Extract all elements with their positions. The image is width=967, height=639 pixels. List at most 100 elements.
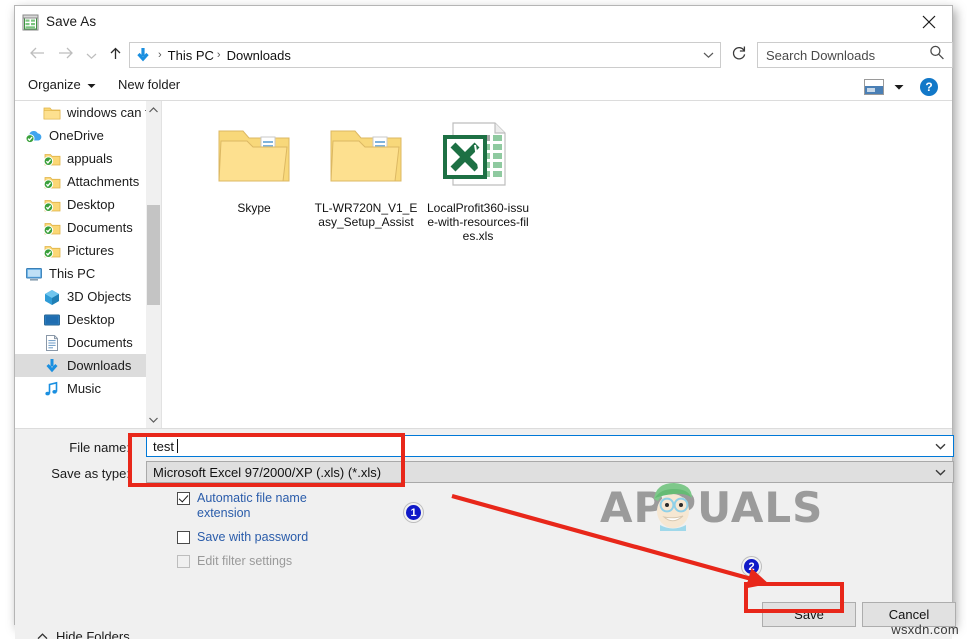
browser-area: windows can t st OneDrive appuals Attachmen… [15,101,952,428]
scrollbar-thumb[interactable] [147,205,160,305]
sidebar-item-downloads[interactable]: Downloads [15,354,161,377]
file-list[interactable]: Skype TL-WR720N_V1_Easy_Setup_Assist Local… [162,101,952,428]
sidebar-item-desktop[interactable]: Desktop [15,193,161,216]
breadcrumb-item-this-pc[interactable]: This PC [168,48,214,63]
save-as-type-chevron-down-icon[interactable] [935,463,946,481]
folder-synced-icon [43,219,61,237]
step-badge-2: 2 [742,557,761,576]
arrow-up-icon [108,46,123,66]
sidebar-item-onedrive[interactable]: OneDrive [15,124,161,147]
sidebar-item-label: Documents [67,220,133,235]
new-folder-button[interactable]: New folder [118,77,180,92]
sidebar-item-label: Documents [67,335,133,350]
breadcrumb[interactable]: › This PC › Downloads [129,42,721,68]
save-button[interactable]: Save [762,602,856,627]
documents-icon [43,334,61,352]
title-bar: Save As [15,6,952,39]
sidebar-item-this-pc[interactable]: This PC [15,262,161,285]
desktop-icon [43,311,61,329]
navigation-bar: › This PC › Downloads Search Downloads [15,39,953,72]
downloads-icon [43,357,61,375]
save-as-dialog: Save As › This PC › Downloads Search Dow… [14,5,956,639]
3d-objects-icon [43,288,61,306]
sidebar-item-appuals[interactable]: appuals [15,147,161,170]
sidebar-item-desktop[interactable]: Desktop [15,308,161,331]
folder-synced-icon [43,173,61,191]
this-pc-icon [25,265,43,283]
back-button[interactable] [25,43,50,68]
text-cursor [176,439,178,453]
navigation-pane: windows can t st OneDrive appuals Attachmen… [15,101,162,428]
scroll-up-chevron-up-icon[interactable] [146,101,161,118]
file-item[interactable]: LocalProfit360-issue-with-resources-file… [422,109,534,243]
close-button[interactable] [906,6,952,37]
sidebar-item-label: 3D Objects [67,289,132,304]
file-item-label: TL-WR720N_V1_Easy_Setup_Assist [314,201,418,229]
file-name-label: File name: [69,440,130,455]
music-icon [43,380,61,398]
arrow-right-icon [57,46,74,65]
save-as-type-label: Save as type: [51,466,130,481]
search-icon[interactable] [929,45,945,66]
checkbox-box[interactable] [177,531,190,544]
checkbox-label: Automatic file name extension [197,491,307,520]
refresh-icon [731,45,747,66]
sidebar-item-label: Desktop [67,197,115,212]
save-as-type-select[interactable]: Microsoft Excel 97/2000/XP (.xls) (*.xls… [146,461,954,483]
sidebar-item-label: Attachments [67,174,140,189]
sidebar-item-music[interactable]: Music [15,377,161,400]
sidebar-item-label: Desktop [67,312,115,327]
refresh-button[interactable] [727,43,751,67]
arrow-left-icon [29,46,46,65]
breadcrumb-dropdown-chevron-down-icon[interactable] [703,46,714,64]
onedrive-icon [25,127,43,145]
change-view-icon[interactable] [864,79,884,95]
file-item-label: LocalProfit360-issue-with-resources-file… [426,201,530,243]
checkbox-label: Save with password [197,530,309,544]
up-button[interactable] [103,43,128,68]
organize-button[interactable]: Organize [28,77,96,92]
chevron-down-icon [86,47,97,65]
checkbox-box[interactable] [177,492,190,505]
folder-synced-icon [43,150,61,168]
file-name-chevron-down-icon[interactable] [935,437,946,455]
sidebar-item-label: OneDrive [49,128,104,143]
sidebar-item-documents[interactable]: Documents [15,331,161,354]
breadcrumb-separator-0: › [158,49,162,61]
save-with-password-checkbox[interactable]: Save with password [177,530,308,545]
chevron-up-icon [37,631,48,639]
edit-filter-settings-checkbox: Edit filter settings [177,554,292,569]
breadcrumb-item-downloads[interactable]: Downloads [227,48,291,63]
folder-icon [217,113,291,195]
file-item[interactable]: Skype [198,109,310,243]
checkbox-box [177,555,190,568]
folder-synced-icon [43,196,61,214]
sidebar-item-pictures[interactable]: Pictures [15,239,161,262]
checkbox-label: Edit filter settings [197,554,293,568]
recent-locations-button[interactable] [79,43,104,68]
sidebar-item-3d-objects[interactable]: 3D Objects [15,285,161,308]
sidebar-item-label: appuals [67,151,113,166]
downloads-arrow-icon [134,46,152,64]
scroll-down-chevron-down-icon[interactable] [146,411,161,428]
search-input[interactable]: Search Downloads [757,42,953,68]
hide-folders-label: Hide Folders [56,629,130,639]
save-as-type-value: Microsoft Excel 97/2000/XP (.xls) (*.xls… [153,464,382,480]
file-name-input[interactable]: test [146,435,954,457]
sidebar-scrollbar[interactable] [146,101,161,428]
sidebar-item-documents[interactable]: Documents [15,216,161,239]
screenshot-root: Save As › This PC › Downloads Search Dow… [0,0,967,639]
hide-folders-button[interactable]: Hide Folders [37,629,130,639]
sidebar-item-attachments[interactable]: Attachments [15,170,161,193]
save-options-pane: File name: test Save as type: Microsoft … [15,428,956,639]
view-options-chevron-down-icon[interactable] [894,78,904,96]
file-item[interactable]: TL-WR720N_V1_Easy_Setup_Assist [310,109,422,243]
forward-button[interactable] [53,43,78,68]
organize-label: Organize [28,77,81,92]
help-icon[interactable]: ? [920,78,938,96]
chevron-down-icon [87,77,96,92]
step-badge-1: 1 [404,503,423,522]
close-icon [922,15,936,29]
sidebar-item-windows-can-t-st[interactable]: windows can t st [15,101,161,124]
automatic-file-name-extension-checkbox[interactable]: Automatic file name extension [177,491,327,521]
